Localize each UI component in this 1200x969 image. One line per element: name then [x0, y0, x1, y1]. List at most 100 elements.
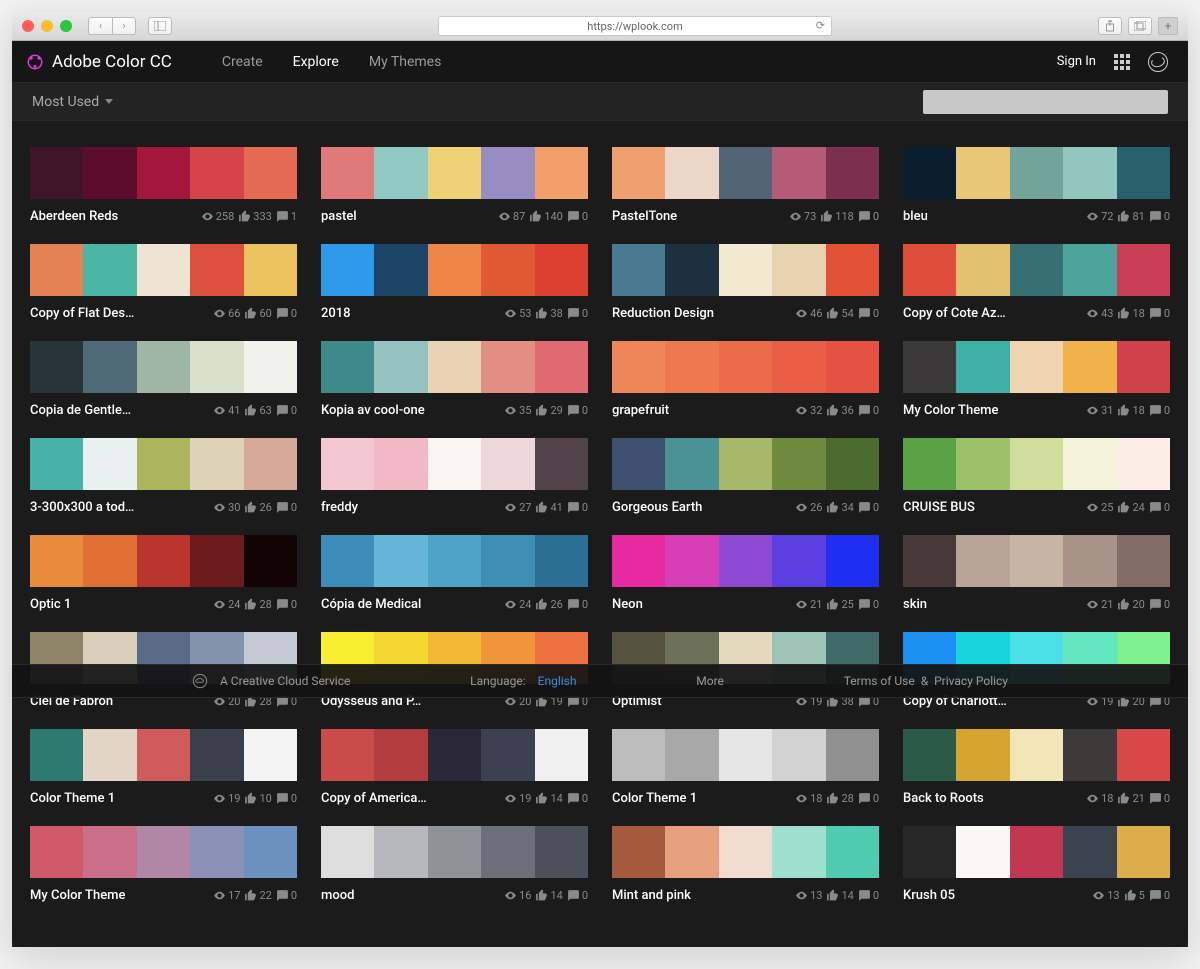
palette-card[interactable]: Krush 051350 — [903, 826, 1170, 903]
palette-stats: 25240 — [1086, 501, 1170, 514]
palette-card[interactable]: CRUISE BUS25240 — [903, 438, 1170, 515]
nav-mythemes[interactable]: My Themes — [369, 54, 441, 70]
swatch — [321, 341, 374, 393]
swatch — [956, 826, 1009, 878]
comment-icon — [276, 307, 289, 320]
url-bar[interactable]: https://wplook.com ⟳ — [438, 16, 832, 36]
likes-stat: 18 — [1117, 307, 1144, 320]
swatch — [719, 729, 772, 781]
palette-card[interactable]: Copy of America…19140 — [321, 729, 588, 806]
footer-language-label: Language: — [470, 674, 526, 688]
reload-icon[interactable]: ⟳ — [816, 19, 825, 32]
palette-card[interactable]: My Color Theme31180 — [903, 341, 1170, 418]
palette-swatches — [612, 826, 879, 878]
swatch — [665, 244, 718, 296]
brand[interactable]: Adobe Color CC — [26, 52, 172, 72]
close-window-button[interactable] — [22, 20, 34, 32]
thumbs-up-icon — [1117, 501, 1130, 514]
comment-icon — [858, 792, 871, 805]
tabs-button[interactable] — [1128, 17, 1152, 35]
eye-icon — [504, 598, 517, 611]
palette-card[interactable]: Mint and pink13140 — [612, 826, 879, 903]
swatch — [903, 438, 956, 490]
swatch — [826, 729, 879, 781]
swatch — [137, 438, 190, 490]
comments-stat: 0 — [1149, 210, 1170, 223]
palette-card[interactable]: Color Theme 119100 — [30, 729, 297, 806]
palette-card[interactable]: Optic 124280 — [30, 535, 297, 612]
palette-card[interactable]: Cópia de Medical24260 — [321, 535, 588, 612]
palette-meta: Mint and pink13140 — [612, 888, 879, 903]
forward-button[interactable]: › — [112, 17, 136, 35]
palette-stats: 26340 — [795, 501, 879, 514]
maximize-window-button[interactable] — [60, 20, 72, 32]
palette-card[interactable]: Kopia av cool-one35290 — [321, 341, 588, 418]
palette-card[interactable]: grapefruit32360 — [612, 341, 879, 418]
creative-cloud-icon[interactable] — [1148, 52, 1168, 72]
views-stat: 18 — [1086, 792, 1113, 805]
swatch — [83, 244, 136, 296]
palette-card[interactable]: bleu72810 — [903, 147, 1170, 224]
comment-icon — [858, 210, 871, 223]
apps-grid-icon[interactable] — [1114, 54, 1130, 70]
palette-swatches — [321, 244, 588, 296]
palette-card[interactable]: Aberdeen Reds2583331 — [30, 147, 297, 224]
back-button[interactable]: ‹ — [88, 17, 112, 35]
footer-privacy-link[interactable]: Privacy Policy — [934, 674, 1008, 688]
palette-card[interactable]: 3-300x300 a tod…30260 — [30, 438, 297, 515]
palette-swatches — [321, 147, 588, 199]
palette-card[interactable]: skin21200 — [903, 535, 1170, 612]
share-button[interactable] — [1098, 17, 1122, 35]
nav-create[interactable]: Create — [222, 54, 263, 70]
likes-stat: 14 — [535, 889, 562, 902]
minimize-window-button[interactable] — [41, 20, 53, 32]
swatch — [535, 147, 588, 199]
palette-swatches — [30, 147, 297, 199]
likes-stat: 140 — [529, 210, 563, 223]
palette-card[interactable]: Gorgeous Earth26340 — [612, 438, 879, 515]
sign-in-link[interactable]: Sign In — [1057, 54, 1096, 69]
footer-language-link[interactable]: English — [538, 674, 577, 688]
likes-stat: 333 — [238, 210, 272, 223]
palette-card[interactable]: Copy of Cote Az…43180 — [903, 244, 1170, 321]
sidebar-toggle-button[interactable] — [148, 17, 172, 35]
swatch — [1010, 147, 1063, 199]
palette-swatches — [30, 244, 297, 296]
palette-title: Color Theme 1 — [30, 791, 115, 806]
palette-card[interactable]: PastelTone731180 — [612, 147, 879, 224]
palette-title: Cópia de Medical — [321, 597, 421, 612]
palette-card[interactable]: Color Theme 118280 — [612, 729, 879, 806]
likes-stat: 54 — [826, 307, 853, 320]
views-stat: 53 — [504, 307, 531, 320]
palette-card[interactable]: Back to Roots18210 — [903, 729, 1170, 806]
palette-stats: 30260 — [213, 501, 297, 514]
sort-dropdown[interactable]: Most Used — [32, 94, 113, 110]
swatch — [137, 244, 190, 296]
swatch — [83, 729, 136, 781]
eye-icon — [1086, 501, 1099, 514]
palette-card[interactable]: Reduction Design46540 — [612, 244, 879, 321]
palette-card[interactable]: Copia de Gentle…41630 — [30, 341, 297, 418]
palette-meta: Cópia de Medical24260 — [321, 597, 588, 612]
comments-stat: 0 — [858, 210, 879, 223]
footer-more[interactable]: More — [696, 674, 724, 688]
swatch — [665, 535, 718, 587]
search-input[interactable] — [923, 90, 1168, 114]
nav-explore[interactable]: Explore — [293, 54, 339, 70]
palette-card[interactable]: 201853380 — [321, 244, 588, 321]
swatch — [665, 147, 718, 199]
swatch — [321, 729, 374, 781]
palette-stats: 2583331 — [201, 210, 297, 223]
palette-card[interactable]: Copy of Flat Des…66600 — [30, 244, 297, 321]
palette-card[interactable]: mood16140 — [321, 826, 588, 903]
palette-card[interactable]: My Color Theme17220 — [30, 826, 297, 903]
palette-card[interactable]: pastel871400 — [321, 147, 588, 224]
new-tab-button[interactable]: + — [1158, 17, 1178, 35]
footer-terms-link[interactable]: Terms of Use — [844, 674, 915, 688]
swatch — [137, 147, 190, 199]
eye-icon — [213, 889, 226, 902]
palette-card[interactable]: Neon21250 — [612, 535, 879, 612]
swatch — [244, 147, 297, 199]
palette-swatches — [903, 438, 1170, 490]
palette-card[interactable]: freddy27410 — [321, 438, 588, 515]
